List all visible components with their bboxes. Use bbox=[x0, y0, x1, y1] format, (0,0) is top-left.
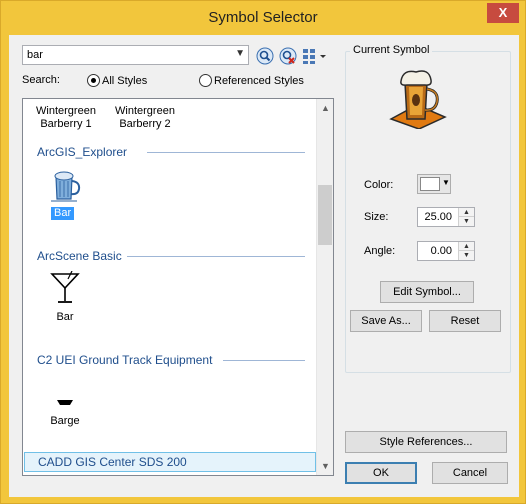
chevron-down-icon[interactable]: ▼ bbox=[235, 48, 245, 59]
category-header: CADD GIS Center SDS 200 bbox=[38, 455, 187, 469]
category-divider bbox=[127, 256, 305, 257]
size-label: Size: bbox=[364, 211, 389, 223]
category-divider bbox=[223, 360, 305, 361]
symbol-list[interactable]: Wintergreen Barberry 1 Wintergreen Barbe… bbox=[22, 98, 334, 476]
search-input[interactable]: bar bbox=[27, 49, 43, 61]
list-item[interactable]: Wintergreen Barberry 2 bbox=[110, 105, 180, 131]
close-button[interactable]: X bbox=[487, 3, 519, 23]
current-symbol-title: Current Symbol bbox=[350, 44, 433, 56]
all-styles-radio[interactable] bbox=[87, 74, 100, 87]
style-references-button[interactable]: Style References... bbox=[345, 431, 507, 453]
color-label: Color: bbox=[364, 179, 394, 191]
spin-down-icon[interactable]: ▼ bbox=[459, 217, 474, 226]
clear-search-icon[interactable] bbox=[279, 47, 297, 65]
title-bar[interactable]: Symbol Selector X bbox=[1, 1, 525, 35]
size-spinner[interactable]: 25.00 ▲ ▼ bbox=[417, 207, 475, 227]
barge-icon[interactable] bbox=[56, 399, 74, 407]
ok-button[interactable]: OK bbox=[345, 462, 417, 484]
angle-spin-buttons[interactable]: ▲ ▼ bbox=[458, 242, 474, 260]
referenced-styles-label[interactable]: Referenced Styles bbox=[214, 75, 304, 87]
color-swatch bbox=[420, 177, 440, 191]
angle-spinner[interactable]: 0.00 ▲ ▼ bbox=[417, 241, 475, 261]
view-options-icon[interactable] bbox=[302, 47, 328, 65]
size-spin-buttons[interactable]: ▲ ▼ bbox=[458, 208, 474, 226]
list-item-label: Barberry 1 bbox=[40, 118, 92, 130]
search-icon[interactable] bbox=[256, 47, 274, 65]
save-as-button[interactable]: Save As... bbox=[350, 310, 422, 332]
edit-symbol-button[interactable]: Edit Symbol... bbox=[380, 281, 474, 303]
search-scope-label: Search: bbox=[22, 74, 60, 86]
list-item-label: Barberry 2 bbox=[119, 118, 171, 130]
category-header: ArcGIS_Explorer bbox=[37, 145, 128, 159]
category-header: ArcScene Basic bbox=[37, 249, 122, 263]
symbol-label-selected[interactable]: Bar bbox=[51, 207, 75, 220]
scroll-thumb[interactable] bbox=[318, 185, 332, 245]
beer-mug-icon bbox=[389, 70, 447, 129]
spin-down-icon[interactable]: ▼ bbox=[459, 251, 474, 260]
category-header: C2 UEI Ground Track Equipment bbox=[37, 353, 213, 367]
referenced-styles-radio[interactable] bbox=[199, 74, 212, 87]
reset-button[interactable]: Reset bbox=[429, 310, 501, 332]
cocktail-glass-icon[interactable] bbox=[49, 271, 81, 305]
symbol-selector-window: Symbol Selector X bar ▼ Search: All Styl… bbox=[0, 0, 526, 504]
beer-mug-icon[interactable] bbox=[47, 167, 83, 203]
category-row-hover[interactable]: CADD GIS Center SDS 200 bbox=[24, 452, 316, 472]
window-title: Symbol Selector bbox=[208, 9, 318, 26]
size-value[interactable]: 25.00 bbox=[424, 211, 452, 223]
all-styles-label[interactable]: All Styles bbox=[102, 75, 147, 87]
color-picker-button[interactable]: ▼ bbox=[417, 174, 451, 194]
search-combo[interactable]: bar ▼ bbox=[22, 45, 249, 65]
symbol-label[interactable]: Barge bbox=[47, 415, 83, 428]
list-item-label: Wintergreen bbox=[36, 105, 96, 117]
spin-up-icon[interactable]: ▲ bbox=[459, 242, 474, 251]
angle-label: Angle: bbox=[364, 245, 396, 257]
angle-value[interactable]: 0.00 bbox=[431, 245, 452, 257]
list-item-label: Wintergreen bbox=[115, 105, 175, 117]
chevron-down-icon: ▼ bbox=[442, 178, 450, 187]
spin-up-icon[interactable]: ▲ bbox=[459, 208, 474, 217]
cancel-button[interactable]: Cancel bbox=[432, 462, 508, 484]
list-item[interactable]: Wintergreen Barberry 1 bbox=[31, 105, 101, 131]
scroll-up-icon[interactable]: ▲ bbox=[321, 103, 330, 113]
symbol-label[interactable]: Bar bbox=[49, 311, 81, 324]
scroll-down-icon[interactable]: ▼ bbox=[321, 461, 330, 471]
dialog-client-area: bar ▼ Search: All Styles Referenced Styl… bbox=[9, 35, 519, 497]
vertical-scrollbar[interactable]: ▲ ▼ bbox=[316, 99, 333, 475]
category-divider bbox=[147, 152, 305, 153]
